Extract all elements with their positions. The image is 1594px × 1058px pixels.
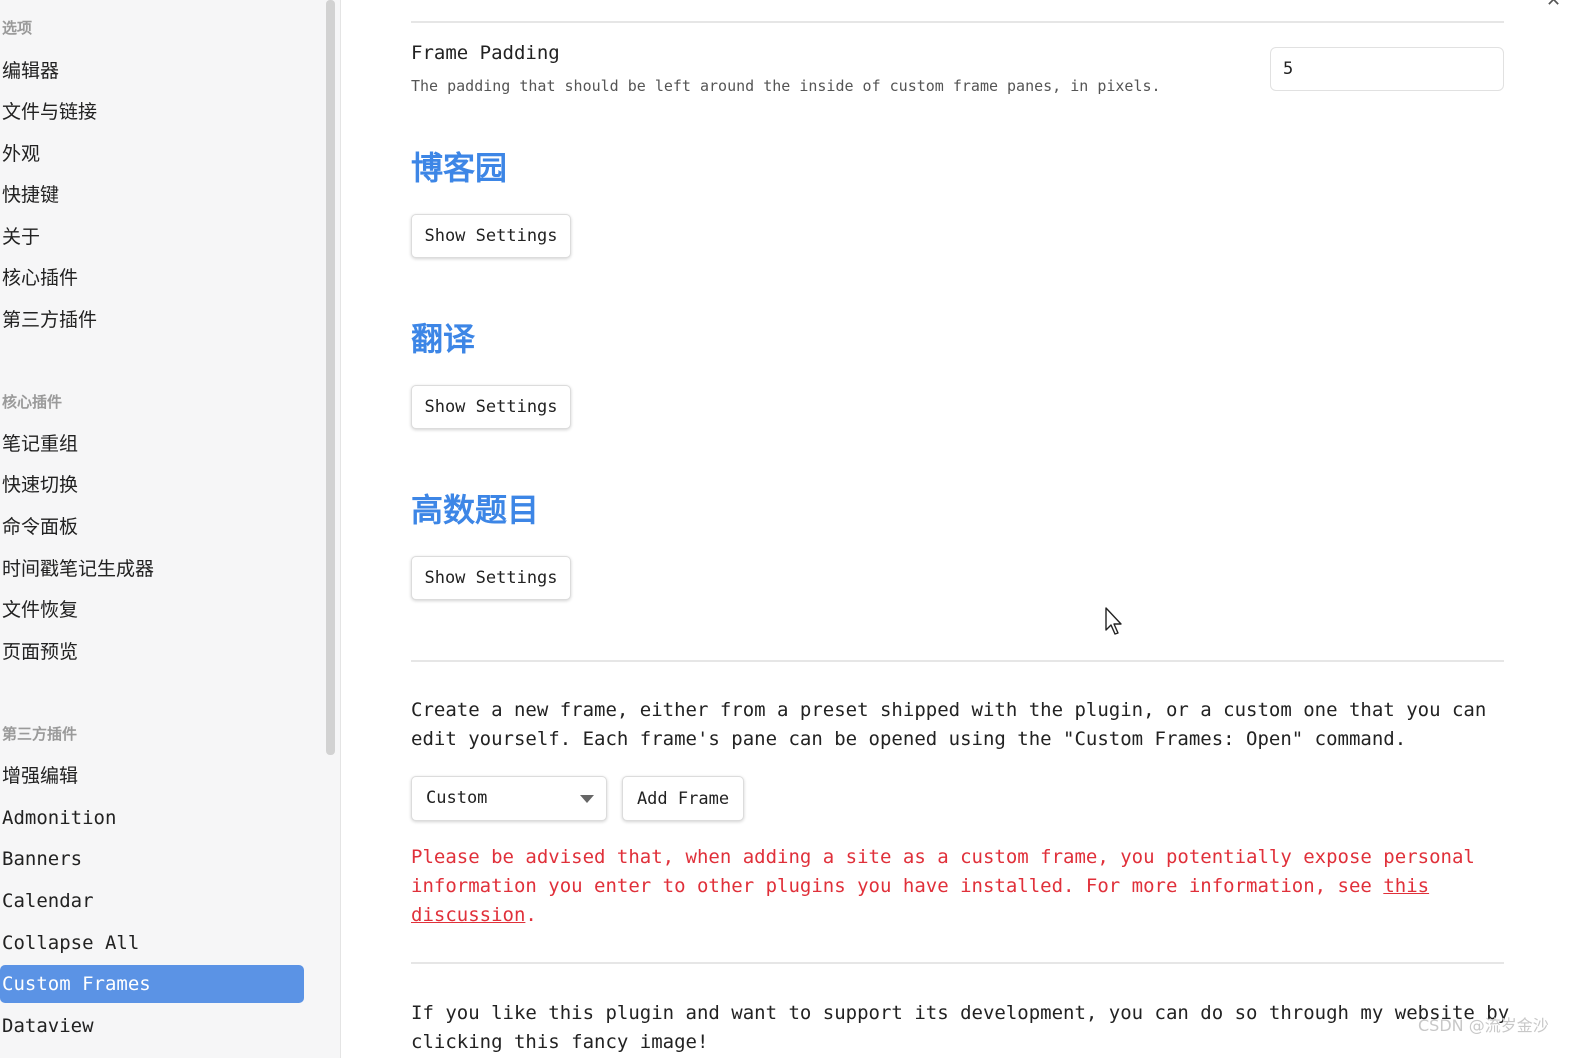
support-text: If you like this plugin and want to supp… [411,1002,1510,1053]
sidebar-heading-options: 选项 [2,19,33,37]
settings-sidebar: 选项 编辑器 文件与链接 外观 快捷键 关于 核心插件 第三方插件 核心插件 笔… [0,0,341,1058]
sidebar-item-calendar[interactable]: Calendar [0,882,304,920]
setting-name-frame-padding: Frame Padding [411,42,560,64]
preset-selected-value: Custom [426,788,488,808]
setting-description-frame-padding: The padding that should be left around t… [411,77,1161,95]
sidebar-item-enhanced-editing[interactable]: 增强编辑 [0,757,304,795]
sidebar-item-community-plugins[interactable]: 第三方插件 [0,301,304,339]
sidebar-item-dataview[interactable]: Dataview [0,1007,304,1045]
sidebar-item-editor[interactable]: 编辑器 [0,52,304,90]
sidebar-item-file-recovery[interactable]: 文件恢复 [0,591,304,629]
watermark: CSDN @流岁金沙 [1418,1016,1549,1035]
divider [411,21,1504,23]
sidebar-item-collapse-all[interactable]: Collapse All [0,924,304,962]
sidebar-item-note-composer[interactable]: 笔记重组 [0,425,304,463]
sidebar-item-quick-switcher[interactable]: 快速切换 [0,466,304,504]
close-icon[interactable]: ✕ [1546,0,1561,11]
sidebar-item-page-preview[interactable]: 页面预览 [0,633,304,671]
divider [411,962,1504,964]
frame-title-translate: 翻译 [411,320,476,358]
warning-end: . [525,904,537,926]
preset-dropdown[interactable]: Custom [411,776,607,821]
sidebar-item-appearance[interactable]: 外观 [0,135,304,173]
warning-text: Please be advised that, when adding a si… [411,846,1475,897]
show-settings-button[interactable]: Show Settings [411,214,571,258]
sidebar-heading-community-plugins: 第三方插件 [2,725,78,743]
sidebar-item-core-plugins[interactable]: 核心插件 [0,259,304,297]
sidebar-item-about[interactable]: 关于 [0,218,304,256]
show-settings-button[interactable]: Show Settings [411,385,571,429]
sidebar-item-admonition[interactable]: Admonition [0,799,304,837]
sidebar-item-command-palette[interactable]: 命令面板 [0,508,304,546]
sidebar-heading-core-plugins: 核心插件 [2,393,63,411]
sidebar-item-banners[interactable]: Banners [0,840,304,878]
show-settings-button[interactable]: Show Settings [411,556,571,600]
chevron-down-icon [580,795,594,803]
frame-title-blog: 博客园 [411,149,508,187]
divider [411,660,1504,662]
frame-padding-input[interactable] [1270,47,1504,91]
mouse-cursor-icon [1105,607,1122,635]
sidebar-item-unique-note-creator[interactable]: 时间戳笔记生成器 [0,550,304,588]
add-frame-button[interactable]: Add Frame [622,776,744,821]
sidebar-item-custom-frames[interactable]: Custom Frames [0,965,304,1003]
sidebar-item-files-links[interactable]: 文件与链接 [0,93,304,131]
privacy-warning: Please be advised that, when adding a si… [411,843,1511,930]
create-frame-description: Create a new frame, either from a preset… [411,699,1487,750]
frame-title-math: 高数题目 [411,491,540,529]
sidebar-item-hotkeys[interactable]: 快捷键 [0,176,304,214]
sidebar-scrollbar[interactable] [326,0,335,755]
